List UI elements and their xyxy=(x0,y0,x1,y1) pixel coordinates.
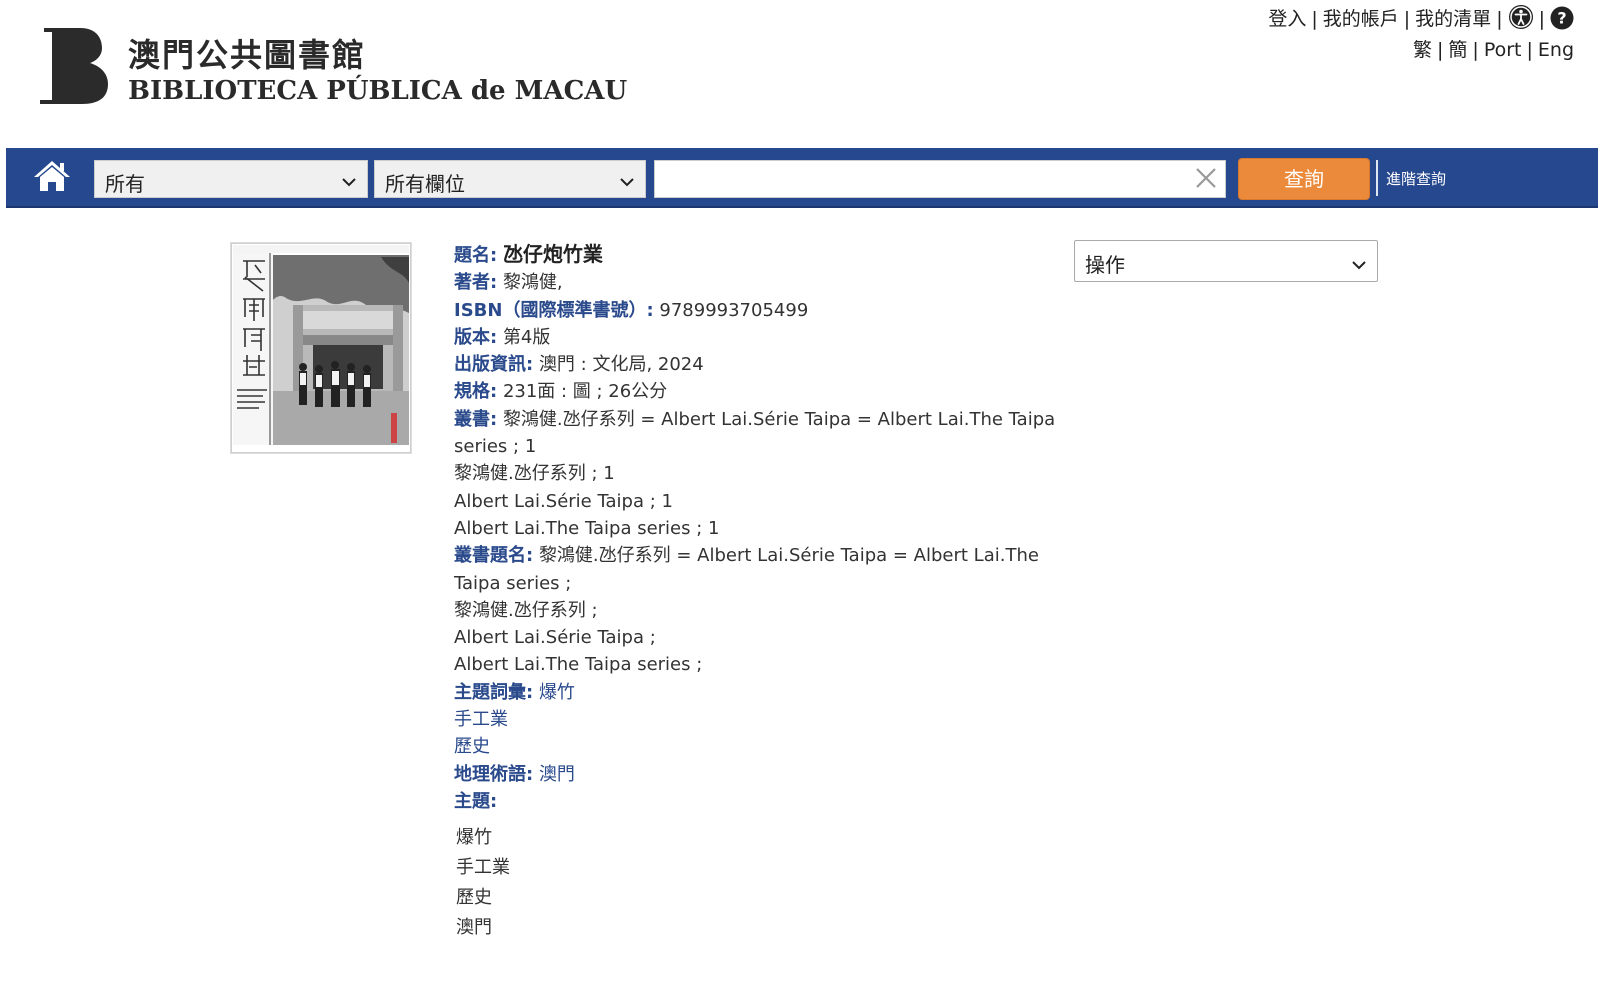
lang-portuguese-link[interactable]: Port xyxy=(1484,39,1522,61)
my-list-link[interactable]: 我的清單 xyxy=(1415,8,1491,30)
chevron-down-icon xyxy=(341,171,357,195)
field-subject-terms: 主題詞彙: 爆竹 xyxy=(454,679,1074,706)
record-details: 題名: 氹仔炮竹業 著者: 黎鴻健, ISBN（國際標準書號）: 9789993… xyxy=(454,241,1074,943)
field-edition: 版本: 第4版 xyxy=(454,324,1074,351)
series-line: Albert Lai.The Taipa series ; 1 xyxy=(454,517,720,539)
subject-item: 歷史 xyxy=(456,887,492,909)
subject-terms-label: 主題詞彙: xyxy=(454,681,534,703)
series-line: Albert Lai.Série Taipa ; 1 xyxy=(454,490,673,512)
search-input[interactable] xyxy=(654,160,1226,198)
lang-english-link[interactable]: Eng xyxy=(1538,39,1574,61)
svg-text:?: ? xyxy=(1557,9,1566,28)
lang-simplified-link[interactable]: 簡 xyxy=(1448,39,1467,61)
series-label: 叢書: xyxy=(454,408,498,430)
top-links-row-2: 繁 | 簡 | Port | Eng xyxy=(1268,37,1574,63)
logo-b-mark xyxy=(40,28,108,104)
description-value: 231面 : 圖 ; 26公分 xyxy=(502,381,668,403)
library-logo[interactable]: 澳門公共圖書館 BIBLIOTECA PÚBLICA de MACAU xyxy=(40,26,640,112)
title-label: 題名: xyxy=(454,245,498,266)
help-icon[interactable]: ? xyxy=(1550,6,1574,37)
subject-term-link[interactable]: 爆竹 xyxy=(539,682,575,703)
actions-select-value: 操作 xyxy=(1085,253,1125,277)
series-title-line: Albert Lai.The Taipa series ; xyxy=(454,654,703,676)
accessibility-icon[interactable] xyxy=(1508,4,1534,37)
separator: | xyxy=(1403,8,1411,30)
search-bar: 所有 所有欄位 查詢 進階查詢 xyxy=(6,148,1598,208)
field-isbn: ISBN（國際標準書號）: 9789993705499 xyxy=(454,297,1074,324)
description-label: 規格: xyxy=(454,381,498,403)
series-value: 黎鴻健.氹仔系列 = Albert Lai.Série Taipa = Albe… xyxy=(454,408,1056,458)
home-icon[interactable] xyxy=(32,158,72,194)
isbn-value: 9789993705499 xyxy=(659,299,809,321)
search-scope-select[interactable]: 所有 xyxy=(94,160,368,198)
subject-term-row: 歷史 xyxy=(454,733,1074,760)
field-series-title: 叢書題名: 黎鴻健.氹仔系列 = Albert Lai.Série Taipa … xyxy=(454,542,1074,597)
separator: | xyxy=(1538,8,1545,30)
search-scope-value: 所有 xyxy=(105,172,145,196)
series-title-line: 黎鴻健.氹仔系列 ; xyxy=(454,599,598,621)
field-publication: 出版資訊: 澳門 : 文化局, 2024 xyxy=(454,351,1074,378)
chevron-down-icon xyxy=(1351,254,1367,278)
subject-item: 澳門 xyxy=(456,917,492,939)
subject-item: 手工業 xyxy=(456,857,510,879)
book-cover-image xyxy=(230,242,412,454)
separator: | xyxy=(1472,39,1479,61)
subject-term-link[interactable]: 手工業 xyxy=(454,709,508,730)
isbn-label: ISBN（國際標準書號）: xyxy=(454,299,654,321)
logo-portuguese-name: BIBLIOTECA PÚBLICA de MACAU xyxy=(128,76,628,106)
lang-traditional-link[interactable]: 繁 xyxy=(1413,39,1432,61)
edition-value: 第4版 xyxy=(502,326,551,348)
edition-label: 版本: xyxy=(454,326,498,348)
publication-value: 澳門 : 文化局, 2024 xyxy=(538,354,704,376)
separator: | xyxy=(1311,8,1318,30)
series-title-label: 叢書題名: xyxy=(454,545,534,567)
field-geographic: 地理術語: 澳門 xyxy=(454,761,1074,788)
author-value: 黎鴻健, xyxy=(502,272,563,294)
separator: | xyxy=(1526,39,1533,61)
separator: | xyxy=(1496,8,1503,30)
geographic-term-link[interactable]: 澳門 xyxy=(539,764,575,785)
series-line: 黎鴻健.氹仔系列 ; 1 xyxy=(454,463,615,485)
subject-term-link[interactable]: 歷史 xyxy=(454,736,490,757)
top-links: 登入 | 我的帳戶 | 我的清單 | | ? 繁 | 簡 | Port | Eng xyxy=(1268,4,1574,63)
logo-chinese-name: 澳門公共圖書館 xyxy=(128,36,367,74)
subject-item: 爆竹 xyxy=(456,827,492,849)
field-author: 著者: 黎鴻健, xyxy=(454,269,1074,296)
series-title-line: Albert Lai.Série Taipa ; xyxy=(454,627,656,649)
actions-select[interactable]: 操作 xyxy=(1074,240,1378,282)
field-description: 規格: 231面 : 圖 ; 26公分 xyxy=(454,378,1074,405)
series-title-value: 黎鴻健.氹仔系列 = Albert Lai.Série Taipa = Albe… xyxy=(454,545,1039,594)
separator: | xyxy=(1436,39,1444,61)
chevron-down-icon xyxy=(619,171,635,195)
geographic-label: 地理術語: xyxy=(454,763,534,785)
publication-label: 出版資訊: xyxy=(454,354,534,376)
search-field-value: 所有欄位 xyxy=(385,172,465,196)
top-links-row-1: 登入 | 我的帳戶 | 我的清單 | | ? xyxy=(1268,4,1574,37)
my-account-link[interactable]: 我的帳戶 xyxy=(1323,8,1399,30)
advanced-search-link[interactable]: 進階查詢 xyxy=(1386,168,1446,189)
field-title: 題名: 氹仔炮竹業 xyxy=(454,241,1074,269)
login-link[interactable]: 登入 xyxy=(1268,8,1306,30)
field-series: 叢書: 黎鴻健.氹仔系列 = Albert Lai.Série Taipa = … xyxy=(454,406,1074,461)
subjects-list: 爆竹 手工業 歷史 澳門 xyxy=(454,823,1074,943)
field-subjects: 主題: xyxy=(454,788,1074,815)
subject-term-row: 手工業 xyxy=(454,706,1074,733)
author-label: 著者: xyxy=(454,272,498,294)
subjects-label: 主題: xyxy=(454,790,498,812)
search-button[interactable]: 查詢 xyxy=(1238,158,1370,200)
divider xyxy=(1376,160,1378,196)
record-title: 氹仔炮竹業 xyxy=(502,242,603,266)
search-field-select[interactable]: 所有欄位 xyxy=(374,160,646,198)
